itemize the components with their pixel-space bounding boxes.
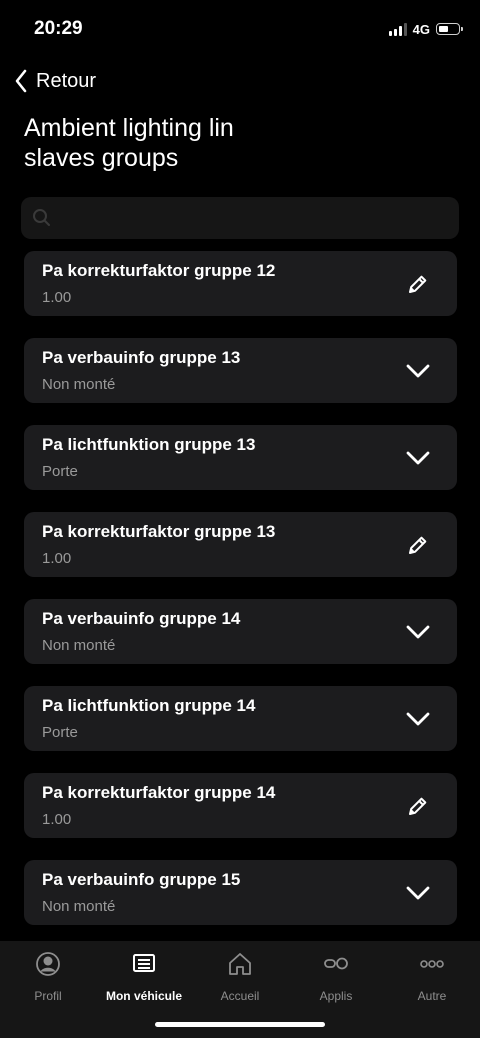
tab-label: Mon véhicule: [105, 989, 182, 1003]
tab-vehicle[interactable]: Mon véhicule: [96, 949, 192, 1009]
search-icon: [33, 209, 50, 226]
search-input[interactable]: [65, 197, 449, 241]
chevron-down-icon[interactable]: [405, 358, 431, 384]
parameter-name: Pa korrekturfaktor gruppe 14: [42, 783, 276, 802]
tab-label: Autre: [417, 989, 447, 1003]
pencil-icon[interactable]: [405, 793, 431, 819]
parameter-card[interactable]: Pa verbauinfo gruppe 15 Non monté: [24, 860, 457, 925]
chevron-down-icon[interactable]: [405, 880, 431, 906]
parameter-name: Pa lichtfunktion gruppe 13: [42, 435, 256, 454]
parameter-value: Non monté: [42, 376, 116, 393]
parameter-card[interactable]: Pa verbauinfo gruppe 14 Non monté: [24, 599, 457, 664]
parameter-card[interactable]: Pa korrekturfaktor gruppe 12 1.00: [24, 251, 457, 316]
parameter-value: Non monté: [42, 898, 116, 915]
status-indicators: 4G: [388, 20, 463, 38]
chevron-down-icon[interactable]: [405, 706, 431, 732]
chevron-left-icon: [15, 69, 27, 93]
battery-icon: [436, 23, 463, 35]
pencil-icon[interactable]: [405, 271, 431, 297]
status-bar: 20:29 4G: [0, 0, 480, 56]
parameter-value: 1.00: [42, 811, 72, 828]
parameter-card[interactable]: Pa korrekturfaktor gruppe 13 1.00: [24, 512, 457, 577]
pencil-icon[interactable]: [405, 532, 431, 558]
tab-profile[interactable]: Profil: [0, 949, 96, 1009]
parameter-card[interactable]: Pa verbauinfo gruppe 13 Non monté: [24, 338, 457, 403]
network-type: 4G: [412, 21, 430, 37]
parameter-list: Pa korrekturfaktor gruppe 12 1.00 Pa verba…: [24, 251, 457, 947]
apps-icon: [288, 951, 384, 982]
back-button[interactable]: Retour: [14, 66, 96, 96]
parameter-name: Pa korrekturfaktor gruppe 12: [42, 261, 276, 280]
parameter-value: 1.00: [42, 289, 72, 306]
signal-icon: [388, 22, 407, 36]
status-time: 20:29: [34, 18, 83, 39]
home-icon: [192, 951, 288, 982]
parameter-name: Pa lichtfunktion gruppe 14: [42, 696, 256, 715]
parameter-card[interactable]: Pa lichtfunktion gruppe 13 Porte: [24, 425, 457, 490]
search-bar[interactable]: [21, 197, 459, 241]
profile-icon: [0, 951, 96, 982]
page-title-line1: Ambient lighting lin: [24, 114, 234, 142]
tab-more[interactable]: Autre: [384, 949, 480, 1009]
tab-label: Profil: [34, 989, 62, 1003]
chevron-down-icon[interactable]: [405, 619, 431, 645]
tab-home[interactable]: Accueil: [192, 949, 288, 1009]
tab-label: Applis: [319, 989, 353, 1003]
parameter-value: Porte: [42, 463, 78, 480]
page-title: Ambient lighting lin slaves groups: [24, 113, 324, 173]
parameter-name: Pa korrekturfaktor gruppe 13: [42, 522, 276, 541]
parameter-value: Porte: [42, 724, 78, 741]
vehicle-icon: [96, 951, 192, 982]
parameter-name: Pa verbauinfo gruppe 13: [42, 348, 241, 367]
home-indicator: [155, 1022, 325, 1027]
parameter-card[interactable]: Pa lichtfunktion gruppe 14 Porte: [24, 686, 457, 751]
back-label: Retour: [36, 69, 97, 92]
page-title-line2: slaves groups: [24, 144, 179, 172]
parameter-name: Pa verbauinfo gruppe 15: [42, 870, 241, 889]
tab-apps[interactable]: Applis: [288, 949, 384, 1009]
parameter-name: Pa verbauinfo gruppe 14: [42, 609, 241, 628]
more-icon: [384, 951, 480, 982]
parameter-value: 1.00: [42, 550, 72, 567]
parameter-card[interactable]: Pa korrekturfaktor gruppe 14 1.00: [24, 773, 457, 838]
chevron-down-icon[interactable]: [405, 445, 431, 471]
parameter-value: Non monté: [42, 637, 116, 654]
tab-label: Accueil: [220, 989, 260, 1003]
